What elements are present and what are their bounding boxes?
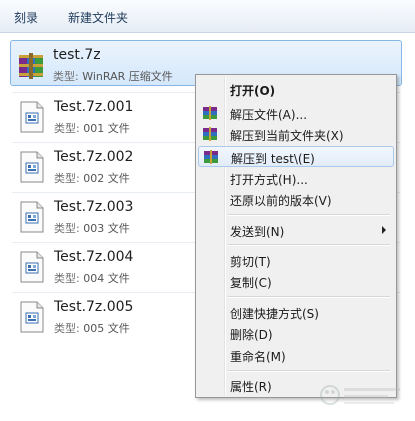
menu-item-extract-here[interactable]: 解压到当前文件夹(X) [198,124,394,145]
file-type: 类型: 004 文件 [54,272,130,285]
generic-file-icon [20,251,44,283]
file-name: Test.7z.005 [54,299,134,315]
winrar-icon [204,150,218,164]
generic-file-icon [20,301,44,333]
winrar-archive-icon [19,53,43,79]
generic-file-icon [20,151,44,183]
new-folder-button[interactable]: 新建文件夹 [68,9,128,26]
generic-file-icon [20,201,44,233]
file-name: Test.7z.003 [54,199,134,215]
file-name: Test.7z.002 [54,149,134,165]
file-name: test.7z [53,47,101,63]
file-type: 类型: 002 文件 [54,172,130,185]
file-type: 类型: 005 文件 [54,322,130,335]
file-name: Test.7z.004 [54,249,134,265]
watermark-logo [320,385,400,405]
menu-separator [228,244,390,246]
file-name: Test.7z.001 [54,99,134,115]
menu-item-restore-previous[interactable]: 还原以前的版本(V) [198,189,394,210]
winrar-icon [203,127,217,141]
menu-item-extract-files[interactable]: 解压文件(A)... [198,103,394,124]
menu-item-copy[interactable]: 复制(C) [198,271,394,292]
menu-separator [228,370,390,372]
file-type: 类型: WinRAR 压缩文件 [53,70,173,83]
burn-button[interactable]: 刻录 [14,9,38,26]
command-bar: 刻录 新建文件夹 [0,0,415,33]
submenu-arrow-icon [382,226,386,234]
winrar-icon [203,106,217,120]
menu-item-open[interactable]: 打开(O) [198,79,394,100]
menu-item-cut[interactable]: 剪切(T) [198,250,394,271]
menu-item-extract-to-folder[interactable]: 解压到 test\(E) [198,146,394,167]
menu-item-delete[interactable]: 删除(D) [198,323,394,344]
menu-separator [228,214,390,216]
file-type: 类型: 003 文件 [54,222,130,235]
menu-item-open-with[interactable]: 打开方式(H)... [198,168,394,189]
menu-item-rename[interactable]: 重命名(M) [198,345,394,366]
menu-separator [228,296,390,298]
context-menu: 打开(O) 解压文件(A)... 解压到当前文件夹(X) 解压到 test\(E… [195,74,397,398]
file-type: 类型: 001 文件 [54,122,130,135]
menu-item-create-shortcut[interactable]: 创建快捷方式(S) [198,302,394,323]
menu-item-send-to[interactable]: 发送到(N) [198,220,394,241]
generic-file-icon [20,101,44,133]
